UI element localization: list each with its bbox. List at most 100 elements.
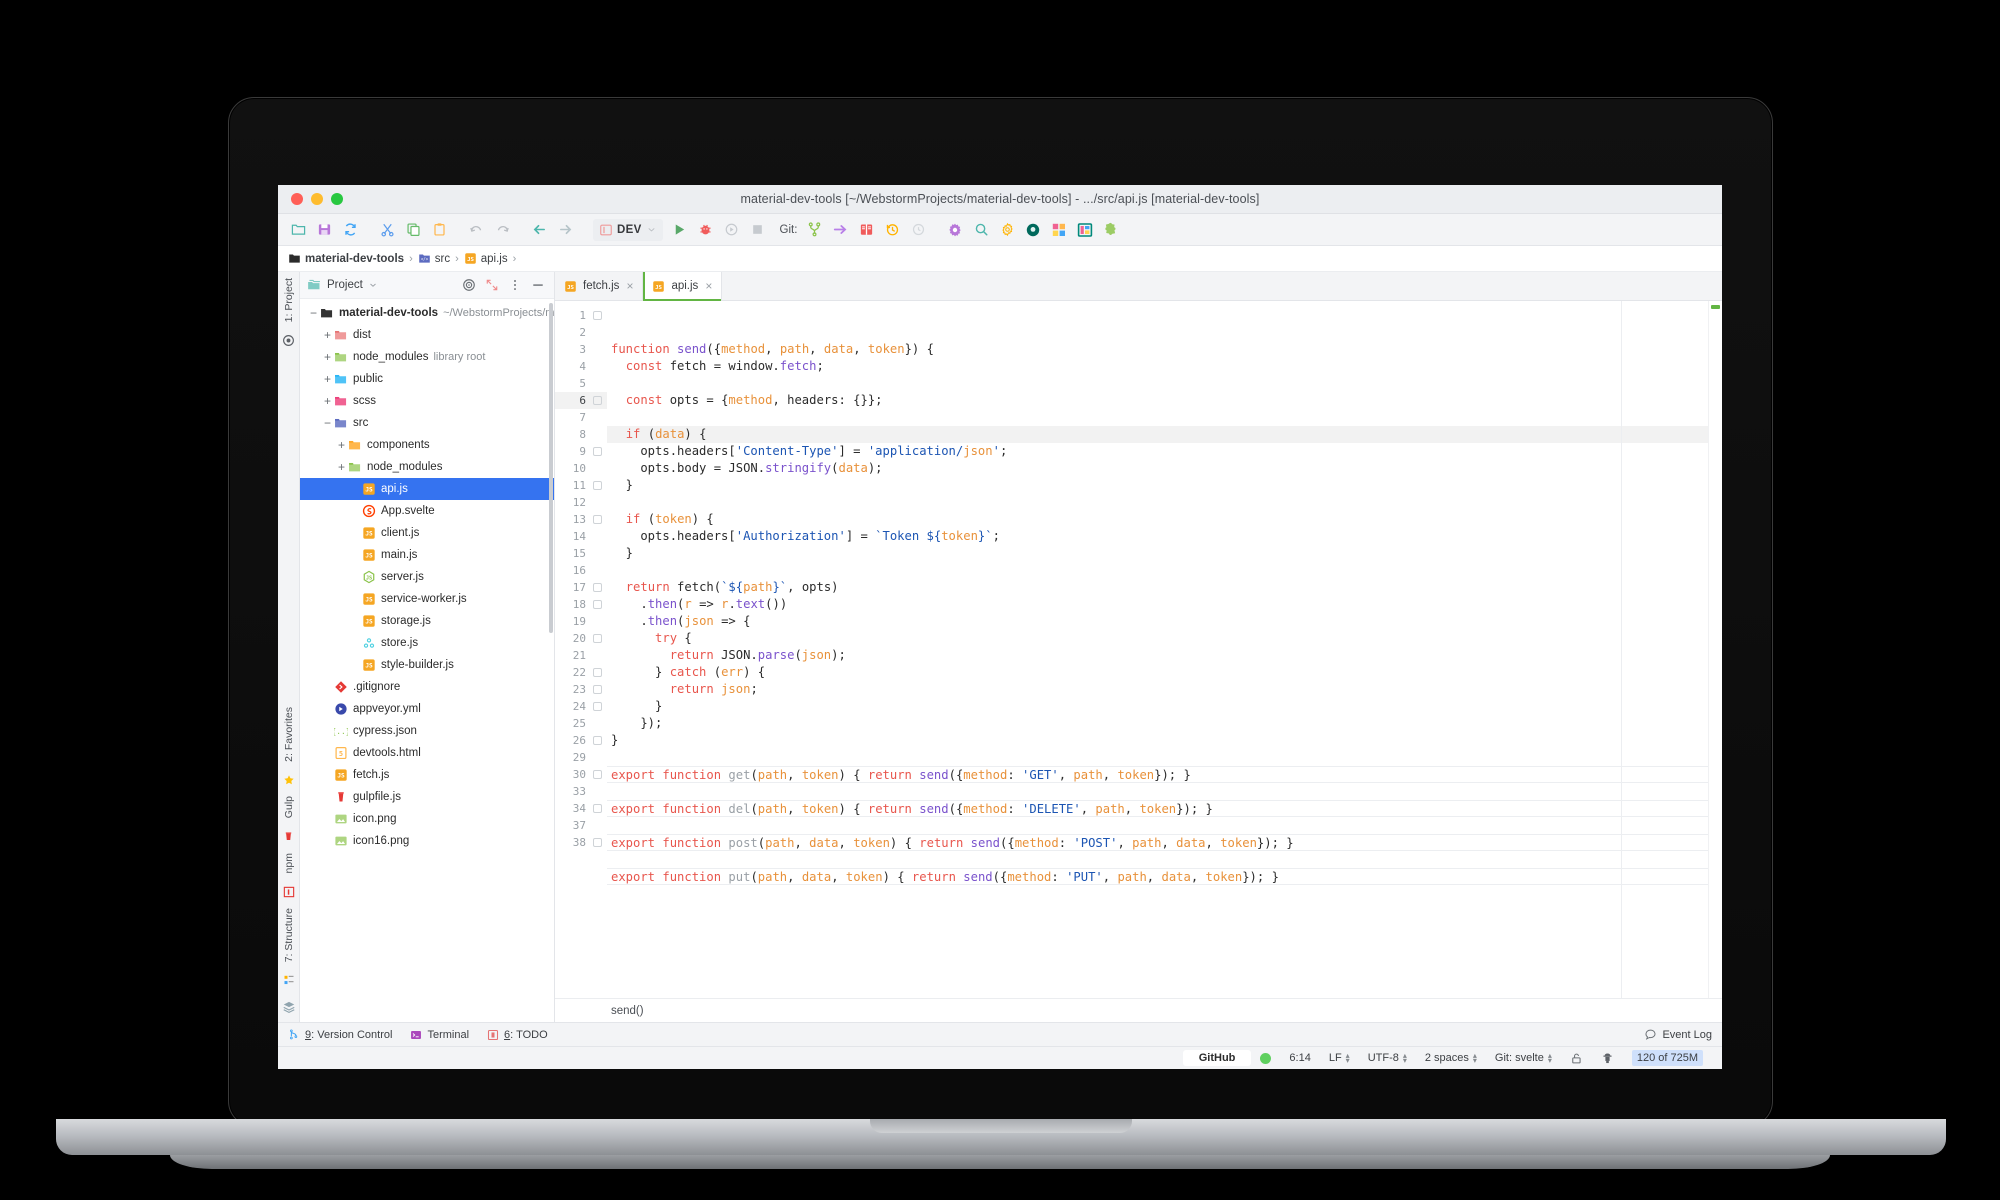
- settings-gear-icon[interactable]: [943, 218, 967, 242]
- chevron-down-icon[interactable]: [368, 280, 378, 290]
- git-branch-icon[interactable]: [802, 218, 826, 242]
- rail-item-gulp[interactable]: Gulp: [283, 796, 295, 818]
- code-line[interactable]: [607, 783, 1708, 800]
- undo-icon[interactable]: [464, 218, 488, 242]
- breadcrumb-item-project[interactable]: material-dev-tools: [288, 252, 404, 265]
- bottom-tool-terminal[interactable]: Terminal: [410, 1029, 469, 1041]
- code-line[interactable]: return fetch(`${path}`, opts): [607, 579, 1708, 596]
- run-button[interactable]: [668, 218, 692, 242]
- tree-row[interactable]: appveyor.yml: [300, 698, 554, 720]
- code-fold-icon[interactable]: [593, 447, 602, 456]
- material-theme-icon[interactable]: [1021, 218, 1045, 242]
- code-fold-icon[interactable]: [593, 600, 602, 609]
- tree-row[interactable]: .gitignore: [300, 676, 554, 698]
- tree-row[interactable]: JS style-builder.js: [300, 654, 554, 676]
- code-line[interactable]: [607, 851, 1708, 868]
- code-line[interactable]: });: [607, 715, 1708, 732]
- expand-icon[interactable]: +: [322, 394, 333, 408]
- line-separator[interactable]: LF ▴ ▾: [1320, 1052, 1359, 1065]
- breadcrumb-item-file[interactable]: JS api.js: [464, 252, 508, 265]
- code-editor[interactable]: 1 2 3 4 5 6 7 8 9 10 11 12 13 14 15 16 17 18 19 20 21 22 23 24 2…: [555, 301, 1722, 998]
- extension-puzzle-icon[interactable]: [1099, 218, 1123, 242]
- memory-indicator[interactable]: 120 of 725M: [1623, 1050, 1712, 1066]
- tree-row[interactable]: + components: [300, 434, 554, 456]
- tree-row[interactable]: JS main.js: [300, 544, 554, 566]
- tree-row[interactable]: App.svelte: [300, 500, 554, 522]
- layers-icon[interactable]: [282, 1000, 296, 1014]
- expand-icon[interactable]: +: [336, 438, 347, 452]
- code-line[interactable]: [607, 494, 1708, 511]
- code-fold-icon[interactable]: [593, 515, 602, 524]
- code-fold-icon[interactable]: [593, 311, 602, 320]
- collapse-icon[interactable]: −: [308, 306, 319, 320]
- material-dev-tools-icon[interactable]: [1073, 218, 1097, 242]
- code-line[interactable]: [607, 375, 1708, 392]
- git-push-icon[interactable]: [828, 218, 852, 242]
- search-icon[interactable]: [969, 218, 993, 242]
- code-line[interactable]: const opts = {method, headers: {}};: [607, 392, 1708, 409]
- inspections-widget[interactable]: [1592, 1052, 1623, 1065]
- tree-scrollbar[interactable]: [549, 303, 553, 633]
- editor-breadcrumb-bar[interactable]: send(): [555, 998, 1722, 1022]
- stop-button[interactable]: [746, 218, 770, 242]
- tree-row[interactable]: − src: [300, 412, 554, 434]
- code-fold-icon[interactable]: [593, 770, 602, 779]
- redo-icon[interactable]: [490, 218, 514, 242]
- code-line[interactable]: .then(json => {: [607, 613, 1708, 630]
- code-line[interactable]: export function put(path, data, token) {…: [607, 868, 1708, 885]
- save-all-icon[interactable]: [312, 218, 336, 242]
- options-menu-icon[interactable]: [506, 276, 524, 294]
- code-line[interactable]: function send({method, path, data, token…: [607, 341, 1708, 358]
- code-line[interactable]: return JSON.parse(json);: [607, 647, 1708, 664]
- tab-fetch-js[interactable]: JS fetch.js ×: [555, 272, 644, 300]
- tree-row[interactable]: icon16.png: [300, 830, 554, 852]
- editor-scroll-markers[interactable]: [1708, 301, 1722, 998]
- tree-row[interactable]: + node_modules: [300, 456, 554, 478]
- tree-row[interactable]: JS server.js: [300, 566, 554, 588]
- tree-row[interactable]: JS fetch.js: [300, 764, 554, 786]
- code-line[interactable]: try {: [607, 630, 1708, 647]
- code-line[interactable]: }: [607, 732, 1708, 749]
- code-line[interactable]: const fetch = window.fetch;: [607, 358, 1708, 375]
- editor-code-content[interactable]: function send({method, path, data, token…: [607, 301, 1708, 998]
- code-line[interactable]: export function post(path, data, token) …: [607, 834, 1708, 851]
- code-line[interactable]: .then(r => r.text()): [607, 596, 1708, 613]
- tree-row[interactable]: + dist: [300, 324, 554, 346]
- git-update-icon[interactable]: [854, 218, 878, 242]
- code-fold-icon[interactable]: [593, 396, 602, 405]
- code-fold-icon[interactable]: [593, 736, 602, 745]
- collapse-icon[interactable]: −: [322, 416, 333, 430]
- tree-row[interactable]: + scss: [300, 390, 554, 412]
- code-line[interactable]: export function get(path, token) { retur…: [607, 766, 1708, 783]
- run-with-coverage-button[interactable]: [720, 218, 744, 242]
- rail-item-structure[interactable]: 7: Structure: [283, 908, 295, 962]
- git-history-icon[interactable]: [880, 218, 904, 242]
- code-fold-icon[interactable]: [593, 685, 602, 694]
- editor-gutter[interactable]: 1 2 3 4 5 6 7 8 9 10 11 12 13 14 15 16 17 18 19 20 21 22 23 24 2…: [555, 301, 607, 998]
- tree-row[interactable]: JS client.js: [300, 522, 554, 544]
- expand-icon[interactable]: +: [322, 350, 333, 364]
- code-line[interactable]: if (data) {: [607, 426, 1708, 443]
- run-configuration-selector[interactable]: DEV: [593, 218, 663, 241]
- code-line[interactable]: return json;: [607, 681, 1708, 698]
- chevron-updown-icon[interactable]: ▴ ▾: [1346, 1052, 1350, 1065]
- readonly-toggle[interactable]: [1561, 1052, 1592, 1065]
- expand-icon[interactable]: +: [336, 460, 347, 474]
- git-branch-status[interactable]: Git: svelte ▴ ▾: [1486, 1052, 1561, 1065]
- rail-item-project[interactable]: 1: Project: [283, 278, 295, 322]
- code-line[interactable]: [607, 749, 1708, 766]
- sync-icon[interactable]: [338, 218, 362, 242]
- code-line[interactable]: export function del(path, token) { retur…: [607, 800, 1708, 817]
- tree-row[interactable]: − material-dev-tools ~/WebstormProjects/ma…: [300, 302, 554, 324]
- collapse-all-icon[interactable]: [483, 276, 501, 294]
- code-fold-icon[interactable]: [593, 634, 602, 643]
- tab-close-icon[interactable]: ×: [626, 279, 633, 293]
- hide-panel-icon[interactable]: [529, 276, 547, 294]
- code-fold-icon[interactable]: [593, 838, 602, 847]
- cut-icon[interactable]: [375, 218, 399, 242]
- rail-item-npm[interactable]: npm: [283, 853, 295, 873]
- chevron-updown-icon[interactable]: ▴ ▾: [1548, 1052, 1552, 1065]
- rail-item-favorites[interactable]: 2: Favorites: [283, 707, 295, 762]
- breadcrumb-item-src[interactable]: </> src: [418, 252, 450, 265]
- code-line[interactable]: }: [607, 477, 1708, 494]
